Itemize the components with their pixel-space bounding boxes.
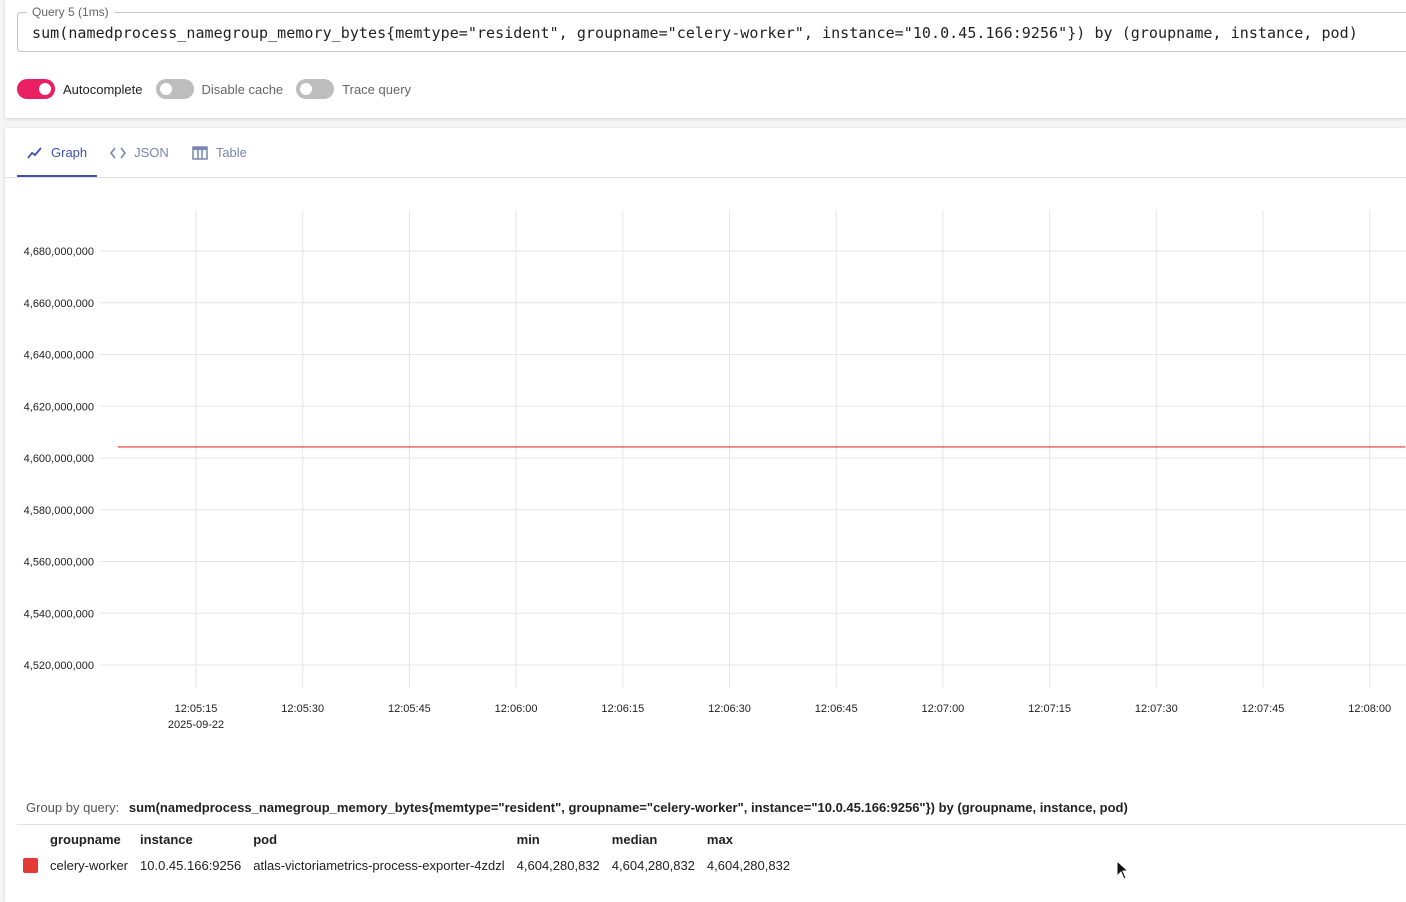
legend-header-row: groupname instance pod min median max bbox=[17, 826, 796, 852]
legend-row[interactable]: celery-worker 10.0.45.166:9256 atlas-vic… bbox=[17, 852, 796, 878]
legend-table: groupname instance pod min median max ce… bbox=[17, 826, 796, 878]
y-tick-label: 4,560,000,000 bbox=[24, 557, 94, 569]
legend-divider bbox=[17, 824, 1406, 825]
autocomplete-toggle[interactable]: Autocomplete bbox=[17, 79, 143, 99]
legend-col-pod: pod bbox=[253, 831, 278, 847]
x-tick-label: 12:07:30 bbox=[1135, 703, 1178, 715]
x-tick-label: 12:06:45 bbox=[815, 703, 858, 715]
legend-min: 4,604,280,832 bbox=[516, 857, 600, 873]
tab-json[interactable]: JSON bbox=[100, 128, 179, 177]
tab-graph[interactable]: Graph bbox=[17, 128, 98, 177]
x-tick-label: 12:06:15 bbox=[601, 703, 644, 715]
y-tick-label: 4,600,000,000 bbox=[24, 453, 94, 465]
legend-median: 4,604,280,832 bbox=[611, 857, 695, 873]
memory-chart[interactable]: 4,520,000,000 4,540,000,000 4,560,000,000 4… bbox=[0, 178, 1406, 738]
y-tick-label: 4,660,000,000 bbox=[24, 298, 94, 310]
group-by-label: Group by query: bbox=[26, 800, 120, 815]
legend-col-median: median bbox=[611, 831, 658, 847]
y-tick-label: 4,580,000,000 bbox=[24, 505, 94, 517]
code-icon bbox=[110, 147, 127, 158]
tab-graph-label: Graph bbox=[51, 145, 88, 160]
disable-cache-switch[interactable] bbox=[155, 79, 194, 99]
query-label: Query 5 (1ms) bbox=[27, 5, 114, 19]
y-tick-label: 4,620,000,000 bbox=[24, 401, 94, 413]
legend-max: 4,604,280,832 bbox=[706, 857, 791, 873]
x-tick-label: 12:05:30 bbox=[281, 703, 324, 715]
legend-groupname: celery-worker bbox=[50, 857, 129, 873]
mouse-cursor-icon bbox=[1116, 860, 1130, 880]
tab-table[interactable]: Table bbox=[182, 128, 257, 177]
x-tick-label: 12:06:00 bbox=[495, 703, 538, 715]
legend-swatch-cell[interactable] bbox=[17, 852, 44, 878]
tab-json-label: JSON bbox=[134, 145, 169, 160]
y-tick-label: 4,540,000,000 bbox=[24, 608, 94, 620]
x-tick-label: 12:07:15 bbox=[1028, 703, 1071, 715]
trace-query-switch[interactable] bbox=[296, 79, 335, 99]
legend-pod: atlas-victoriametrics-process-exporter-4… bbox=[253, 857, 505, 873]
group-by-query-text: sum(namedprocess_namegroup_memory_bytes{… bbox=[128, 800, 1128, 815]
legend-col-min: min bbox=[516, 831, 540, 847]
tab-table-label: Table bbox=[215, 145, 247, 160]
y-tick-label: 4,640,000,000 bbox=[24, 350, 94, 362]
legend-col-max: max bbox=[706, 831, 733, 847]
legend-col-groupname: groupname bbox=[50, 831, 121, 847]
legend-col-instance: instance bbox=[140, 831, 193, 847]
series-color-swatch[interactable] bbox=[23, 858, 38, 874]
x-tick-label: 12:07:45 bbox=[1242, 703, 1285, 715]
query-options: Autocomplete Disable cache Trace query bbox=[17, 79, 424, 99]
x-tick-label: 12:05:45 bbox=[388, 703, 431, 715]
view-tabs: Graph JSON Table bbox=[17, 128, 260, 177]
x-tick-label: 12:06:30 bbox=[708, 703, 751, 715]
disable-cache-toggle[interactable]: Disable cache bbox=[155, 79, 284, 99]
group-by-query: Group by query: sum(namedprocess_namegro… bbox=[26, 800, 1128, 815]
query-panel: Query 5 (1ms) sum(namedprocess_namegroup… bbox=[5, 0, 1406, 118]
trace-query-toggle[interactable]: Trace query bbox=[296, 79, 411, 99]
trace-query-label: Trace query bbox=[342, 81, 412, 97]
x-tick-label: 12:05:15 bbox=[175, 703, 218, 715]
legend-instance: 10.0.45.166:9256 bbox=[140, 857, 242, 873]
legend-swatch-header bbox=[17, 826, 44, 852]
x-tick-label: 12:08:00 bbox=[1348, 703, 1391, 715]
disable-cache-label: Disable cache bbox=[201, 81, 284, 97]
table-icon bbox=[192, 145, 208, 160]
y-tick-label: 4,520,000,000 bbox=[24, 660, 94, 672]
x-date-label: 2025-09-22 bbox=[168, 719, 224, 731]
query-text[interactable]: sum(namedprocess_namegroup_memory_bytes{… bbox=[32, 24, 1358, 42]
x-tick-label: 12:07:00 bbox=[921, 703, 964, 715]
autocomplete-switch[interactable] bbox=[17, 79, 55, 99]
y-tick-label: 4,680,000,000 bbox=[24, 246, 94, 258]
chart-line-icon bbox=[27, 146, 42, 159]
autocomplete-label: Autocomplete bbox=[63, 81, 143, 97]
